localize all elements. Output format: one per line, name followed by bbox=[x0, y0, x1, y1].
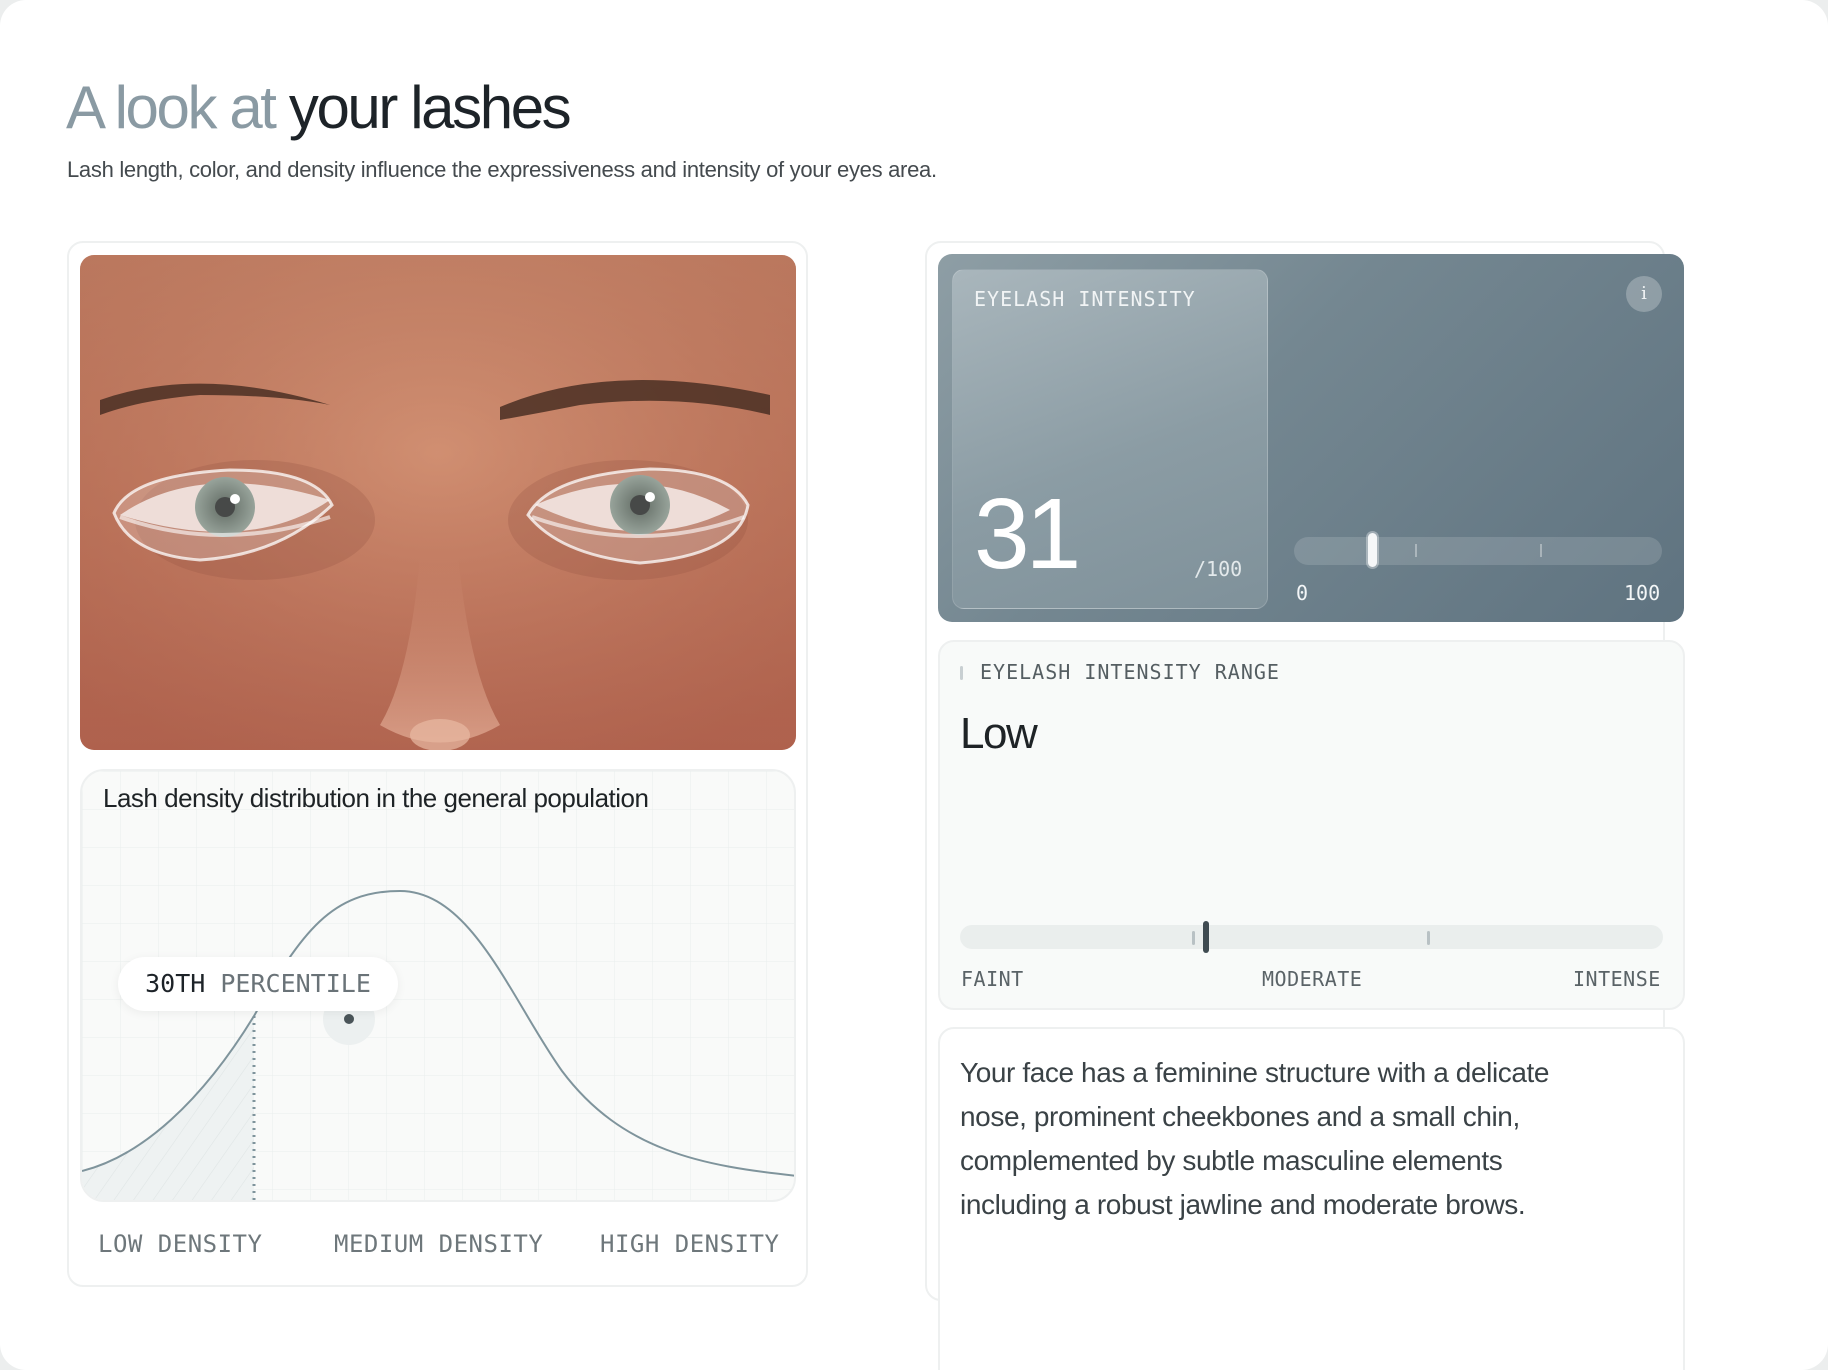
lashes-analysis-page: A look at your lashes Lash length, color… bbox=[0, 0, 1828, 1370]
eyelash-intensity-card: EYELASH INTENSITY 31 /100 i 0 100 bbox=[938, 254, 1684, 622]
axis-label-high: HIGH DENSITY bbox=[600, 1230, 780, 1258]
range-slider-thumb[interactable] bbox=[1203, 921, 1209, 953]
range-slider-tick bbox=[1192, 931, 1195, 945]
intensity-scale-max: 100 bbox=[1624, 581, 1661, 605]
page-title-light: A look at bbox=[66, 74, 277, 141]
range-slider-tick bbox=[1427, 931, 1430, 945]
page-title-dark: your lashes bbox=[288, 74, 572, 141]
density-distribution-card: Lash density distribution in the general… bbox=[80, 769, 796, 1202]
intensity-range-card: EYELASH INTENSITY RANGE Low FAINT MODERA… bbox=[938, 640, 1685, 1010]
info-icon[interactable]: i bbox=[1626, 276, 1662, 312]
percentile-point bbox=[344, 1014, 354, 1024]
distribution-title: Lash density distribution in the general… bbox=[103, 783, 649, 813]
percentile-number: 30TH bbox=[145, 969, 206, 998]
percentile-word: PERCENTILE bbox=[220, 969, 371, 998]
range-slider-track[interactable] bbox=[960, 925, 1663, 949]
intensity-range-value: Low bbox=[960, 709, 1038, 758]
intensity-slider-track[interactable] bbox=[1294, 537, 1662, 565]
face-photo bbox=[80, 255, 796, 750]
axis-label-low: LOW DENSITY bbox=[98, 1230, 263, 1258]
range-label-marker bbox=[960, 666, 963, 680]
intensity-range-label: EYELASH INTENSITY RANGE bbox=[980, 660, 1280, 684]
eyelash-intensity-label: EYELASH INTENSITY bbox=[974, 287, 1196, 311]
eyelash-intensity-score: 31 bbox=[974, 478, 1081, 590]
face-description-text: Your face has a feminine structure with … bbox=[960, 1057, 1550, 1220]
percentile-badge: 30TH PERCENTILE bbox=[118, 957, 398, 1011]
intensity-slider-tick bbox=[1415, 544, 1417, 557]
page-title: A look at your lashes bbox=[66, 72, 572, 144]
range-scale-moderate: MODERATE bbox=[1262, 967, 1363, 991]
face-description-card: Your face has a feminine structure with … bbox=[938, 1027, 1685, 1370]
eyelash-intensity-max: /100 bbox=[1194, 557, 1243, 581]
page-subtitle: Lash length, color, and density influenc… bbox=[67, 157, 937, 182]
range-scale-intense: INTENSE bbox=[1573, 967, 1661, 991]
intensity-slider-tick bbox=[1540, 544, 1542, 557]
intensity-scale-min: 0 bbox=[1296, 581, 1309, 605]
axis-label-medium: MEDIUM DENSITY bbox=[334, 1230, 544, 1258]
range-scale-faint: FAINT bbox=[961, 967, 1024, 991]
intensity-slider-thumb[interactable] bbox=[1368, 533, 1377, 567]
